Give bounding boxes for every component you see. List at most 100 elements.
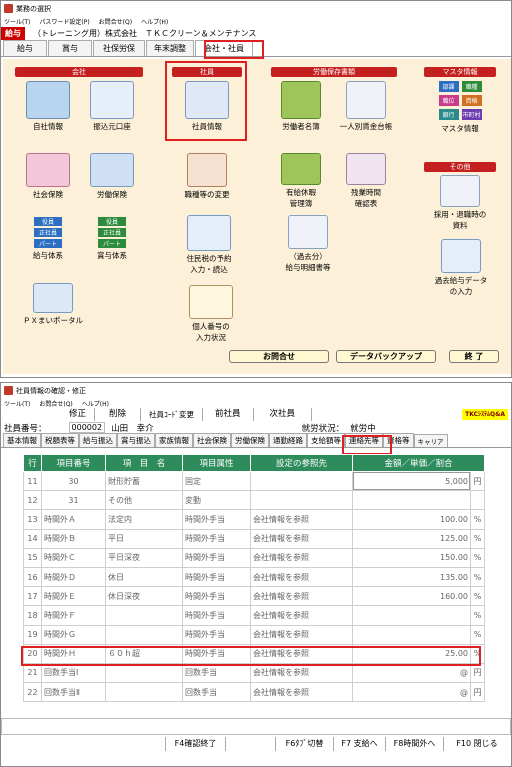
tab-commute[interactable]: 通勤経路 [269,433,307,447]
table-row[interactable]: 11 30 財形貯蓄 固定 5,000 円 [23,470,485,492]
menu-help-2[interactable]: ヘルプ(H) [82,399,109,408]
amount[interactable] [352,605,471,626]
calendar-icon [346,153,386,185]
amount[interactable]: 150.00 [352,547,471,568]
tab-shaho[interactable]: 社保労保 [93,40,145,56]
menu-contact-2[interactable]: お問合せ(Q) [39,399,72,408]
delete-button[interactable]: 削除 [95,408,142,421]
row-number: 18 [23,605,42,626]
resident-tax-item[interactable]: 住民税の予約 入力・読込 [173,215,245,275]
amount[interactable]: 5,000 [352,470,471,492]
master-info-item[interactable]: 部課 職種 職位 資格 銀行 市町村 マスタ情報 [424,81,496,134]
unit: % [470,566,485,588]
amount[interactable]: 160.00 [352,586,471,607]
f4-confirm-button[interactable]: F4確認終了 [166,737,226,751]
qa-badge[interactable]: TKCｼｽﾃﾑQ&A [462,409,508,420]
bonus-structure-item[interactable]: 役員 正社員 パート 賞与体系 [81,217,143,261]
table-row[interactable]: 17 時間外Ｅ 休日深夜 時間外手当 会社情報を参照 160.00% [23,586,485,607]
item-attribute: 時間外手当 [182,643,251,664]
table-row[interactable]: 19 時間外Ｇ 時間外手当 会社情報を参照% [23,624,485,645]
table-row[interactable]: 21 回数手当Ⅰ 回数手当 会社情報を参照 @ 円 [23,662,485,684]
table-row[interactable]: 14 時間外Ｂ 平日 時間外手当 会社情報を参照 125.00% [23,528,485,549]
job-change-item[interactable]: 職種等の変更 [174,153,240,200]
menu-tools[interactable]: ツール(T) [4,17,30,26]
menu-contact[interactable]: お問合せ(Q) [99,17,132,26]
my-number-item[interactable]: 個人番号の 入力状況 [178,285,244,343]
social-insurance-item[interactable]: 社会保険 [18,153,78,200]
item-name: 平日 [105,528,183,549]
backup-button[interactable]: データバックアップ [336,350,436,363]
amount[interactable] [352,490,471,511]
computer-operator-icon [187,215,231,251]
ledger-icon [346,81,386,119]
pay-structure-item[interactable]: 役員 正社員 パート 給与体系 [18,217,78,261]
portal-icon [33,283,73,313]
transfer-account-item[interactable]: 振込元口座 [81,81,143,132]
table-row[interactable]: 20 時間外Ｈ ６０ｈ超 時間外手当 会社情報を参照 25.00% [23,643,485,664]
tab-shoyo[interactable]: 賞与 [48,40,92,56]
menu-tools-2[interactable]: ツール(T) [4,399,30,408]
menu-password[interactable]: パスワード設定(P) [39,17,89,26]
app-name: 給与 [1,27,25,40]
tab-career[interactable]: キャリア [413,434,448,447]
tab-contact[interactable]: 連絡先等 [345,433,383,447]
past-pay-data-item[interactable]: 過去給与データ の入力 [424,239,498,297]
prev-employee-button[interactable]: 前社員 [203,408,254,421]
amount[interactable]: 100.00 [352,509,471,530]
table-row[interactable]: 22 回数手当Ⅱ 回数手当 会社情報を参照 @ 円 [23,682,485,703]
item-number: 時間外Ｄ [41,566,106,588]
amount[interactable]: 25.00 [352,643,471,664]
table-row[interactable]: 12 31 その他 変動 [23,490,485,511]
company-info-item[interactable]: 自社情報 [18,81,78,132]
tab-pay-transfer[interactable]: 給与振込 [79,433,117,447]
documents-icon [440,175,480,207]
paid-leave-label-2: 管理簿 [289,199,313,208]
paid-leave-item[interactable]: 有給休暇 管理簿 [271,153,331,209]
tab-qualification[interactable]: 資格等 [383,433,414,447]
tab-kyuyo[interactable]: 給与 [3,40,47,56]
amount[interactable]: @ [352,662,471,684]
title-bar-2: 社員情報の確認・修正 [1,383,511,398]
f7-payment-button[interactable]: F7 支給へ [334,737,386,751]
tab-family[interactable]: 家族情報 [155,433,193,447]
table-row[interactable]: 16 時間外Ｄ 休日 時間外手当 会社情報を参照 135.00% [23,566,485,588]
table-row[interactable]: 18 時間外Ｆ 時間外手当 会社情報を参照% [23,605,485,626]
tab-payment[interactable]: 支給額等 [307,433,345,447]
change-code-button[interactable]: 社員ｺｰﾄﾞ変更 [141,408,204,421]
px-portal-item[interactable]: ＰＸまいポータル [13,283,93,326]
past-payslip-item[interactable]: （過去分） 給与明細書等 [273,215,343,273]
tab-nenmatsu[interactable]: 年末調整 [146,40,194,56]
reference: 会社情報を参照 [250,643,353,664]
contact-button[interactable]: お問合せ [229,350,329,363]
wage-ledger-item[interactable]: 一人別賃金台帳 [333,81,399,132]
table-row[interactable]: 13 時間外Ａ 法定内 時間外手当 会社情報を参照 100.00% [23,509,485,530]
tab-tax[interactable]: 税額表等 [41,433,79,447]
tab-basic[interactable]: 基本情報 [3,433,41,447]
tab-bonus-transfer[interactable]: 賞与振込 [117,433,155,447]
amount[interactable]: 125.00 [352,528,471,549]
hiring-docs-item[interactable]: 採用・退職時の 資料 [424,175,496,231]
employee-info-item[interactable]: 社員情報 [176,81,238,132]
tab-social[interactable]: 社会保険 [193,433,231,447]
table-row[interactable]: 15 時間外Ｃ 平日深夜 時間外手当 会社情報を参照 150.00% [23,547,485,568]
employee-number[interactable]: 000002 [68,422,106,433]
menu-help[interactable]: ヘルプ(H) [141,17,168,26]
amount[interactable]: 135.00 [352,566,471,588]
amount[interactable]: @ [352,682,471,703]
worker-register-item[interactable]: 労働者名簿 [271,81,331,132]
next-employee-button[interactable]: 次社員 [254,408,313,421]
section-labor-docs: 労働保存書類 [271,67,397,77]
amount[interactable] [352,624,471,645]
bank-clerk-icon [90,81,134,119]
labor-insurance-item[interactable]: 労働保険 [81,153,143,200]
employee-number-label: 社員番号： [4,423,47,434]
tab-company-employee[interactable]: 会社・社員 [195,40,253,56]
row-number: 19 [23,624,42,645]
tab-labor[interactable]: 労働保険 [231,433,269,447]
f10-close-button[interactable]: F10 閉じる [444,737,510,751]
overtime-check-item[interactable]: 残業時間 確認表 [333,153,399,209]
edit-button[interactable]: 修正 [61,408,96,421]
f8-overtime-button[interactable]: F8時間外へ [386,737,444,751]
exit-button[interactable]: 終 了 [449,350,499,363]
f6-tab-button[interactable]: F6ﾀﾌﾞ切替 [276,737,334,751]
